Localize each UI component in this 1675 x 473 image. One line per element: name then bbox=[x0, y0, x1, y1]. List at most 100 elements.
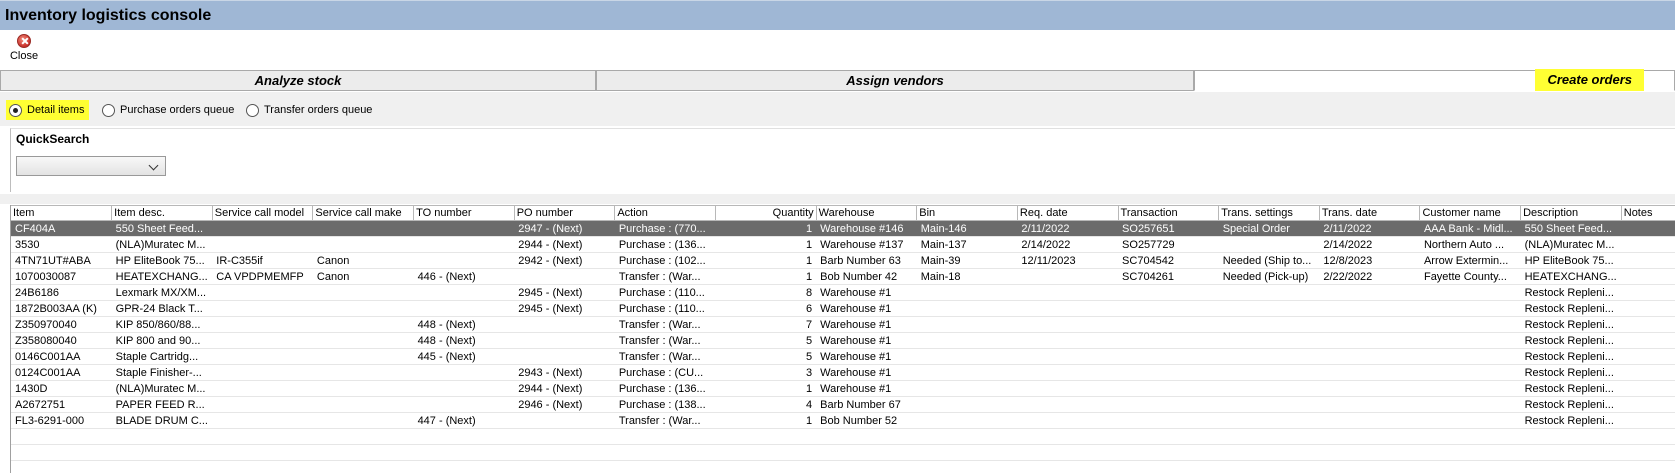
table-cell bbox=[1017, 396, 1119, 413]
table-cell: 2943 - (Next) bbox=[514, 364, 615, 381]
table-cell: BLADE DRUM C... bbox=[111, 412, 213, 429]
table-cell bbox=[1218, 300, 1320, 317]
empty-cell bbox=[1118, 460, 1219, 473]
table-row[interactable]: Z358080040 KIP 800 and 90... 448 - (Next) T… bbox=[11, 332, 1675, 349]
table-cell bbox=[1621, 236, 1675, 253]
table-cell bbox=[1017, 348, 1119, 365]
table-cell bbox=[916, 380, 1018, 397]
table-row[interactable]: CF404A 550 Sheet Feed... 2947 - (Next) Purc… bbox=[11, 220, 1675, 237]
table-row[interactable]: 3530 (NLA)Muratec M... 2944 - (Next) Purcha… bbox=[11, 236, 1675, 253]
tab-create-orders[interactable]: Create orders bbox=[1194, 69, 1675, 91]
table-row[interactable]: 4TN71UT#ABA HP EliteBook 75... IR-C355if Ca… bbox=[11, 252, 1675, 269]
table-cell bbox=[1419, 364, 1521, 381]
empty-cell bbox=[1520, 428, 1622, 445]
table-cell: Transfer : (War... bbox=[614, 268, 716, 285]
table-cell: CA VPDPMEMFP bbox=[212, 268, 313, 285]
column-header[interactable]: Service call model bbox=[212, 205, 314, 221]
quicksearch-panel: QuickSearch bbox=[10, 128, 1675, 192]
table-cell bbox=[1319, 332, 1420, 349]
column-header[interactable]: Trans. settings bbox=[1218, 205, 1320, 221]
tab-strip: Analyze stock Assign vendors Create orde… bbox=[0, 69, 1675, 91]
table-cell bbox=[514, 268, 615, 285]
table-cell bbox=[212, 300, 313, 317]
column-header[interactable]: Action bbox=[614, 205, 716, 221]
column-header[interactable]: Quantity bbox=[715, 205, 817, 221]
empty-cell bbox=[614, 428, 716, 445]
column-header[interactable]: Req. date bbox=[1017, 205, 1119, 221]
table-row[interactable]: 1872B003AA (K) GPR-24 Black T... 2945 - (N… bbox=[11, 300, 1675, 317]
table-row[interactable]: A2672751 PAPER FEED R... 2946 - (Next) Purc… bbox=[11, 396, 1675, 413]
radio-transfer-orders-queue[interactable]: Transfer orders queue bbox=[246, 100, 372, 120]
table-cell bbox=[212, 332, 313, 349]
table-cell: 12/11/2023 bbox=[1017, 252, 1119, 269]
column-header[interactable]: Trans. date bbox=[1319, 205, 1421, 221]
empty-cell bbox=[816, 428, 917, 445]
table-cell: 6 bbox=[715, 300, 817, 317]
table-cell: 1872B003AA (K) bbox=[11, 300, 112, 317]
column-header[interactable]: Notes bbox=[1621, 205, 1675, 221]
table-cell: Arrow Extermin... bbox=[1419, 252, 1521, 269]
table-cell bbox=[312, 316, 414, 333]
radio-detail-items[interactable]: Detail items bbox=[6, 100, 90, 120]
table-cell: 2944 - (Next) bbox=[514, 236, 615, 253]
table-cell: Restock Repleni... bbox=[1520, 300, 1622, 317]
tab-analyze-stock[interactable]: Analyze stock bbox=[0, 70, 596, 91]
table-cell: 1 bbox=[715, 252, 817, 269]
table-cell: Warehouse #1 bbox=[816, 364, 917, 381]
close-button[interactable]: Close bbox=[6, 33, 42, 65]
table-row[interactable]: 24B6186 Lexmark MX/XM... 2945 - (Next) Purc… bbox=[11, 284, 1675, 301]
quicksearch-dropdown[interactable] bbox=[16, 156, 166, 176]
table-cell bbox=[1621, 268, 1675, 285]
table-cell: Bob Number 42 bbox=[816, 268, 917, 285]
table-cell: Purchase : (102... bbox=[614, 252, 716, 269]
table-row[interactable]: FL3-6291-000 BLADE DRUM C... 447 - (Next) T… bbox=[11, 412, 1675, 429]
table-cell bbox=[916, 332, 1018, 349]
empty-cell bbox=[1419, 428, 1521, 445]
table-row[interactable]: 1430D (NLA)Muratec M... 2944 - (Next) Purch… bbox=[11, 380, 1675, 397]
column-header[interactable]: Item bbox=[11, 205, 113, 221]
column-header[interactable]: TO number bbox=[413, 205, 515, 221]
column-header[interactable]: Customer name bbox=[1419, 205, 1522, 221]
column-header[interactable]: Item desc. bbox=[111, 205, 213, 221]
column-header[interactable]: Warehouse bbox=[816, 205, 918, 221]
empty-cell bbox=[1017, 428, 1119, 445]
table-cell: HEATEXCHANG... bbox=[1520, 268, 1622, 285]
table-cell: SO257651 bbox=[1118, 220, 1219, 237]
empty-cell bbox=[1118, 444, 1219, 461]
table-cell: 3 bbox=[715, 364, 817, 381]
table-cell bbox=[1218, 364, 1320, 381]
tab-assign-vendors[interactable]: Assign vendors bbox=[596, 70, 1194, 91]
table-cell: 2942 - (Next) bbox=[514, 252, 615, 269]
table-cell: Z350970040 bbox=[11, 316, 112, 333]
table-cell bbox=[916, 316, 1018, 333]
empty-cell bbox=[816, 444, 917, 461]
table-row[interactable]: 0124C001AA Staple Finisher-... 2943 - (Nex… bbox=[11, 364, 1675, 381]
column-header[interactable]: Description bbox=[1520, 205, 1622, 221]
table-cell: PAPER FEED R... bbox=[111, 396, 213, 413]
table-cell bbox=[1621, 396, 1675, 413]
table-cell: 12/8/2023 bbox=[1319, 252, 1420, 269]
table-cell: 550 Sheet Feed... bbox=[111, 220, 213, 237]
empty-cell bbox=[1520, 444, 1622, 461]
column-header[interactable]: PO number bbox=[514, 205, 616, 221]
column-header[interactable]: Transaction bbox=[1118, 205, 1220, 221]
empty-cell bbox=[212, 444, 313, 461]
table-row[interactable]: Z350970040 KIP 850/860/88... 448 - (Next) T… bbox=[11, 316, 1675, 333]
table-cell: Warehouse #146 bbox=[816, 220, 917, 237]
radio-purchase-orders-queue[interactable]: Purchase orders queue bbox=[102, 100, 234, 120]
quicksearch-label: QuickSearch bbox=[16, 132, 90, 146]
table-cell: 5 bbox=[715, 332, 817, 349]
table-row[interactable]: 1070030087 HEATEXCHANG... CA VPDPMEMFP Cano… bbox=[11, 268, 1675, 285]
empty-cell bbox=[715, 428, 817, 445]
table-row[interactable]: 0146C001AA Staple Cartridg... 445 - (Next)… bbox=[11, 348, 1675, 365]
table-cell: Restock Repleni... bbox=[1520, 364, 1622, 381]
empty-cell bbox=[1319, 460, 1420, 473]
table-cell: Fayette County... bbox=[1419, 268, 1521, 285]
column-header[interactable]: Bin bbox=[916, 205, 1018, 221]
table-cell bbox=[1118, 284, 1219, 301]
toolbar: Close bbox=[0, 30, 1675, 68]
column-header[interactable]: Service call make bbox=[312, 205, 415, 221]
empty-cell bbox=[1419, 444, 1521, 461]
table-cell bbox=[1017, 380, 1119, 397]
table-cell: GPR-24 Black T... bbox=[111, 300, 213, 317]
